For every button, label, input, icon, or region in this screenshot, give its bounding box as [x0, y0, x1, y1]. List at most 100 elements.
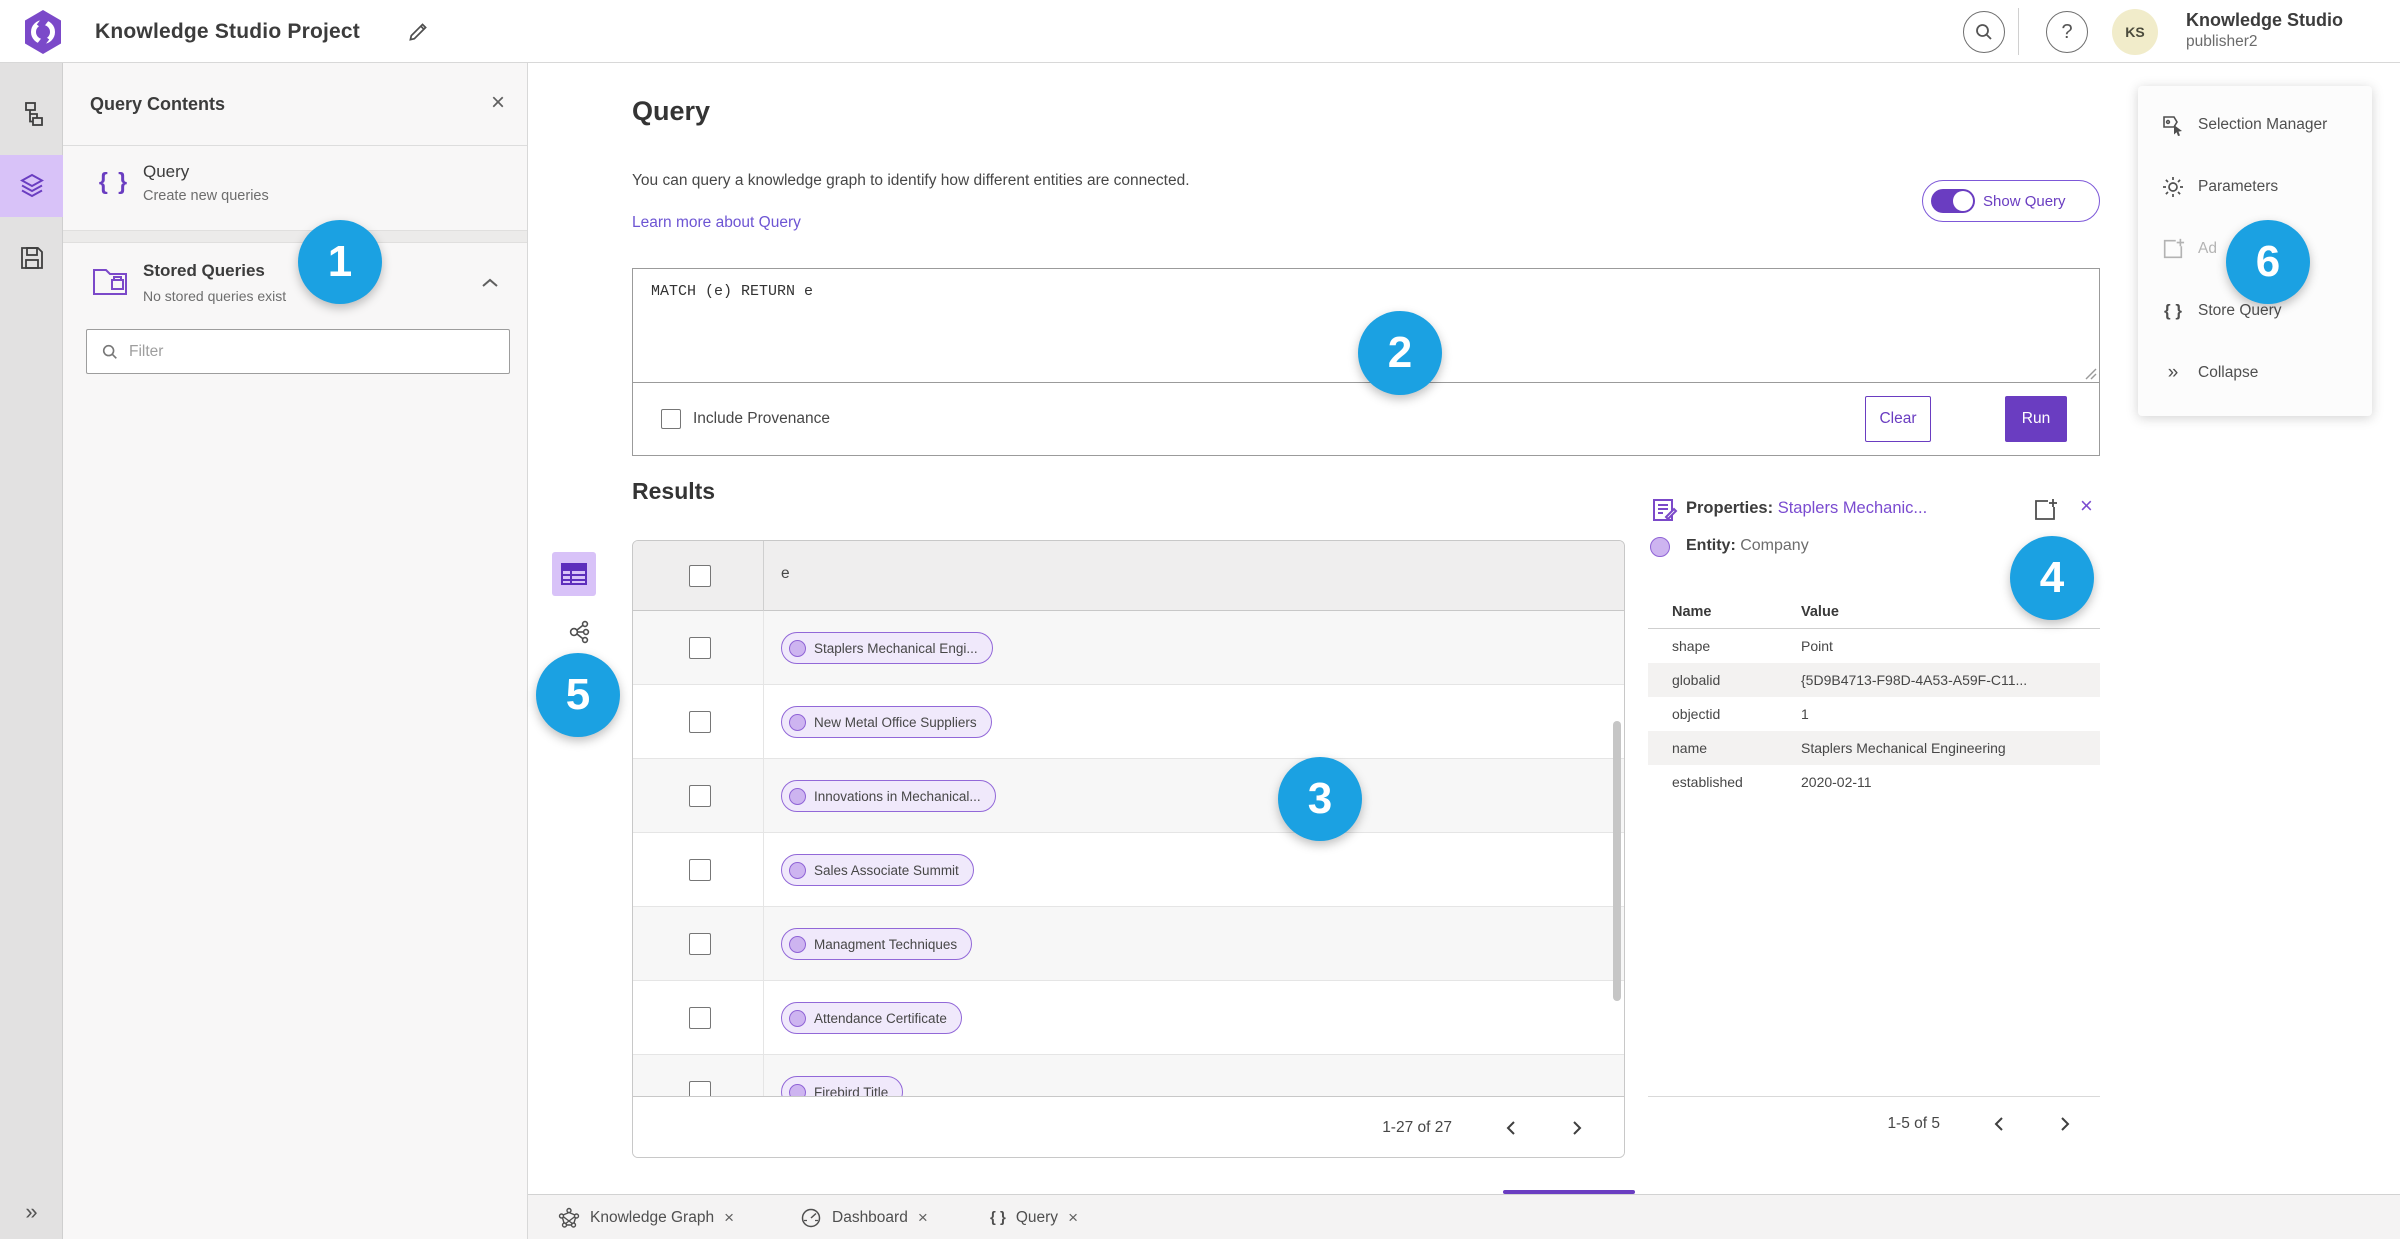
properties-icon [1653, 499, 1678, 521]
annotation-badge-4: 4 [2010, 536, 2094, 620]
table-row[interactable]: Innovations in Mechanical... [633, 759, 1624, 833]
annotation-badge-6: 6 [2226, 220, 2310, 304]
table-view-button[interactable] [552, 552, 596, 596]
tab-dashboard[interactable]: Dashboard × [800, 1195, 928, 1239]
tab-close-icon[interactable]: × [724, 1208, 734, 1228]
panel-close-icon[interactable]: × [491, 89, 505, 117]
properties-page-range: 1-5 of 5 [1887, 1115, 1940, 1132]
menu-item-collapse[interactable]: » Collapse [2138, 342, 2372, 404]
entity-chip[interactable]: Innovations in Mechanical... [781, 780, 996, 812]
properties-entity-link[interactable]: Staplers Mechanic... [1778, 499, 1927, 517]
include-provenance-checkbox[interactable] [661, 409, 681, 429]
project-title: Knowledge Studio Project [95, 20, 360, 43]
entity-dot-icon [789, 713, 806, 731]
table-scrollbar[interactable] [1613, 721, 1621, 1001]
row-checkbox[interactable] [689, 785, 711, 807]
panel-item-query[interactable]: { } Query Create new queries [63, 146, 527, 230]
entity-chip[interactable]: New Metal Office Suppliers [781, 706, 992, 738]
entity-dot-icon [789, 1009, 806, 1027]
rail-item-data-model[interactable] [0, 83, 63, 145]
results-title: Results [632, 478, 716, 504]
panel-item-stored-queries[interactable]: Stored Queries No stored queries exist [63, 243, 527, 331]
topbar-divider [2018, 8, 2019, 55]
learn-more-link[interactable]: Learn more about Query [632, 214, 801, 232]
entity-dot-icon [789, 1083, 806, 1097]
properties-close-icon[interactable]: × [2080, 493, 2093, 519]
app-logo-icon[interactable] [22, 9, 64, 55]
clear-button[interactable]: Clear [1865, 396, 1931, 442]
edit-title-icon[interactable] [405, 19, 431, 45]
avatar[interactable]: KS [2112, 9, 2158, 55]
data-model-icon [24, 102, 43, 126]
property-row[interactable]: globalid {5D9B4713-F98D-4A53-A59F-C11... [1648, 663, 2100, 697]
section-gap [63, 230, 527, 243]
tab-close-icon[interactable]: × [1068, 1208, 1078, 1228]
entity-chip[interactable]: Attendance Certificate [781, 1002, 962, 1034]
row-checkbox[interactable] [689, 1007, 711, 1029]
properties-prev-page-icon[interactable] [1992, 1116, 2006, 1132]
rail-item-contents[interactable] [0, 155, 63, 217]
show-query-toggle[interactable]: Show Query [1922, 180, 2100, 222]
filter-field [86, 329, 510, 374]
entity-chip[interactable]: Managment Techniques [781, 928, 973, 960]
table-row[interactable]: Attendance Certificate [633, 981, 1624, 1055]
row-checkbox[interactable] [689, 637, 711, 659]
properties-next-page-icon[interactable] [2058, 1116, 2072, 1132]
tab-close-icon[interactable]: × [918, 1208, 928, 1228]
property-row[interactable]: name Staplers Mechanical Engineering [1648, 731, 2100, 765]
row-checkbox[interactable] [689, 859, 711, 881]
account-info[interactable]: Knowledge Studio publisher2 [2186, 9, 2343, 51]
account-role: publisher2 [2186, 32, 2258, 50]
tab-query[interactable]: { } Query × [990, 1195, 1078, 1239]
tab-knowledge-graph[interactable]: Knowledge Graph × [558, 1195, 734, 1239]
annotation-badge-3: 3 [1278, 757, 1362, 841]
entity-chip[interactable]: Sales Associate Summit [781, 854, 974, 886]
row-checkbox[interactable] [689, 933, 711, 955]
link-chart-view-button[interactable] [562, 616, 594, 648]
properties-pagination: 1-5 of 5 [1648, 1096, 2100, 1132]
row-checkbox[interactable] [689, 711, 711, 733]
link-chart-icon [569, 620, 590, 644]
table-row[interactable]: Managment Techniques [633, 907, 1624, 981]
add-to-selection-icon[interactable] [2032, 497, 2058, 523]
resize-handle-icon[interactable] [2085, 368, 2097, 380]
entity-chip[interactable]: Firebird Title [781, 1076, 904, 1097]
table-row[interactable]: New Metal Office Suppliers [633, 685, 1624, 759]
table-row[interactable]: Sales Associate Summit [633, 833, 1624, 907]
results-pagination: 1-27 of 27 [633, 1096, 1624, 1157]
selection-manager-icon [2163, 116, 2182, 136]
results-next-page-icon[interactable] [1570, 1120, 1584, 1136]
entity-type-dot-icon [1650, 537, 1670, 557]
entity-dot-icon [789, 787, 806, 805]
include-provenance-label: Include Provenance [693, 410, 831, 427]
collapse-section-icon[interactable] [481, 277, 499, 289]
toggle-on-icon [1931, 189, 1975, 213]
run-button[interactable]: Run [2005, 396, 2067, 442]
menu-item-selection-manager[interactable]: Selection Manager [2138, 94, 2372, 156]
property-row[interactable]: established 2020-02-11 [1648, 765, 2100, 799]
search-button[interactable] [1963, 11, 2005, 53]
table-row[interactable]: Firebird Title [633, 1055, 1624, 1097]
table-icon [561, 563, 587, 585]
annotation-badge-1: 1 [298, 220, 382, 304]
results-table-header: e [633, 541, 1624, 611]
account-name: Knowledge Studio [2186, 10, 2343, 30]
results-prev-page-icon[interactable] [1504, 1120, 1518, 1136]
row-checkbox[interactable] [689, 1081, 711, 1097]
column-header-e: e [781, 565, 790, 582]
properties-table: Name Value shape Point globalid {5D9B4713-… [1648, 595, 2100, 799]
properties-title: Properties: Staplers Mechanic... [1686, 499, 1928, 517]
table-row[interactable]: Staplers Mechanical Engi... [633, 611, 1624, 685]
dashboard-icon [801, 1208, 821, 1227]
select-all-checkbox[interactable] [689, 565, 711, 587]
entity-chip[interactable]: Staplers Mechanical Engi... [781, 632, 993, 664]
rail-item-save[interactable] [0, 227, 63, 289]
property-row[interactable]: shape Point [1648, 629, 2100, 663]
entity-dot-icon [789, 639, 806, 657]
expand-rail-icon[interactable]: » [0, 1199, 63, 1225]
query-contents-panel: Query Contents × { } Query Create new qu… [63, 63, 528, 1239]
menu-item-parameters[interactable]: Parameters [2138, 156, 2372, 218]
filter-input[interactable] [129, 342, 509, 361]
help-button[interactable]: ? [2046, 11, 2088, 53]
property-row[interactable]: objectid 1 [1648, 697, 2100, 731]
